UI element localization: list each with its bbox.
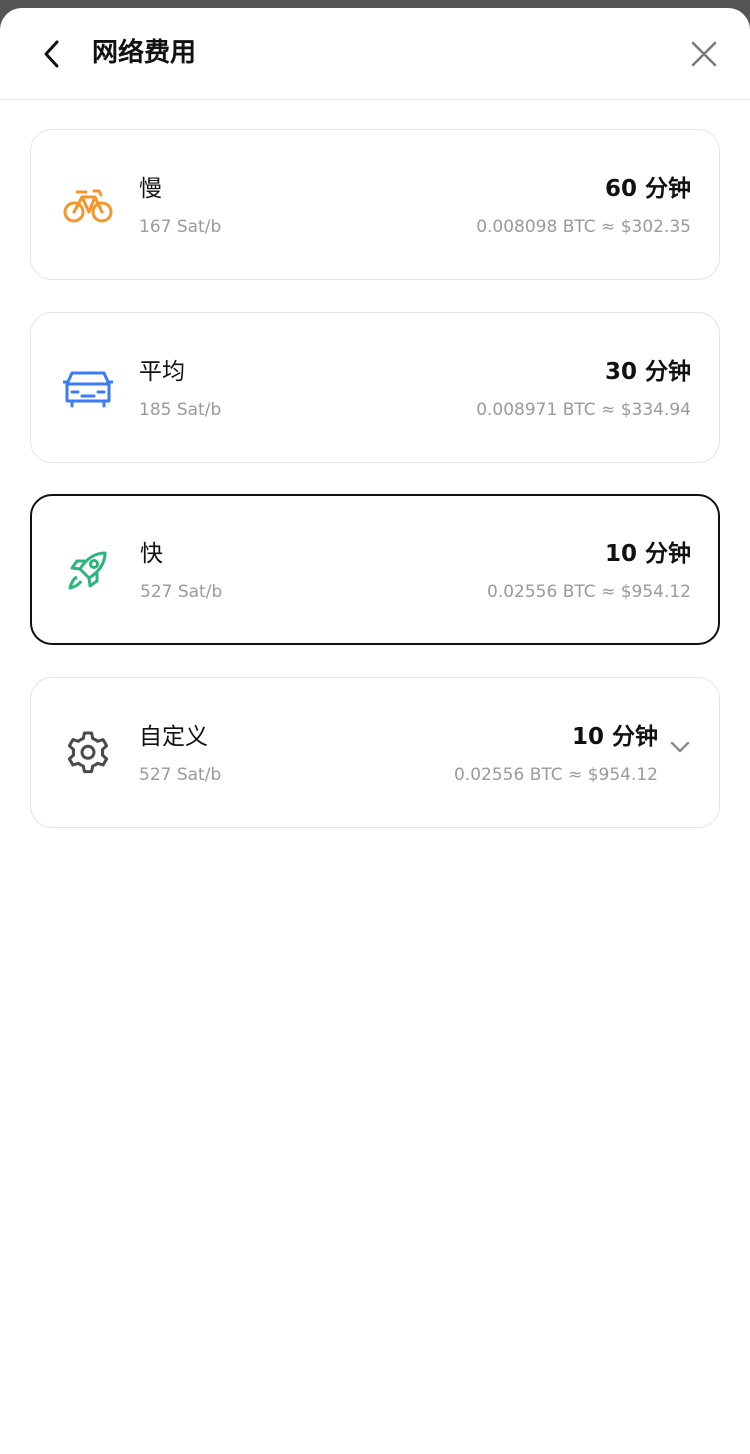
fee-option-fast[interactable]: 快 527 Sat/b 10 分钟 0.02556 BTC ≈ $954.12 [30,494,720,645]
fee-option-time: 10 分钟 [604,541,691,567]
fee-option-rate: 167 Sat/b [139,217,222,237]
bicycle-icon [63,182,113,228]
fee-option-custom[interactable]: 自定义 527 Sat/b 10 分钟 0.02556 BTC ≈ $954.1… [30,677,720,828]
fee-option-average[interactable]: 平均 185 Sat/b 30 分钟 0.008971 BTC ≈ $334.9… [30,312,720,463]
fee-option-cost: 0.008098 BTC ≈ $302.35 [476,217,691,237]
fee-option-name: 平均 [139,359,185,385]
fee-option-cost: 0.008971 BTC ≈ $334.94 [476,400,691,420]
page-title: 网络费用 [92,38,197,68]
fee-option-name: 慢 [139,176,162,202]
rocket-icon [63,547,113,593]
fee-option-rate: 185 Sat/b [139,400,222,420]
header: 网络费用 [0,8,750,100]
fee-option-slow[interactable]: 慢 167 Sat/b 60 分钟 0.008098 BTC ≈ $302.35 [30,129,720,280]
close-icon [691,41,717,67]
back-button[interactable] [34,32,70,76]
fee-option-name: 快 [140,541,163,567]
car-icon [63,365,113,411]
fee-option-rate: 527 Sat/b [139,765,222,785]
fee-option-name: 自定义 [139,724,208,750]
fee-option-cost: 0.02556 BTC ≈ $954.12 [454,765,658,785]
close-button[interactable] [684,34,724,74]
fee-option-time: 30 分钟 [604,359,691,385]
fee-option-rate: 527 Sat/b [140,582,223,602]
chevron-down-icon[interactable] [669,736,691,758]
chevron-left-icon [44,40,59,68]
fee-option-time: 10 分钟 [571,724,658,750]
gear-icon [63,730,113,776]
fee-option-time: 60 分钟 [604,176,691,202]
fee-sheet: 网络费用 慢 167 Sat/b 60 分钟 0.008098 BTC ≈ $3… [0,8,750,1454]
fee-option-cost: 0.02556 BTC ≈ $954.12 [487,582,691,602]
